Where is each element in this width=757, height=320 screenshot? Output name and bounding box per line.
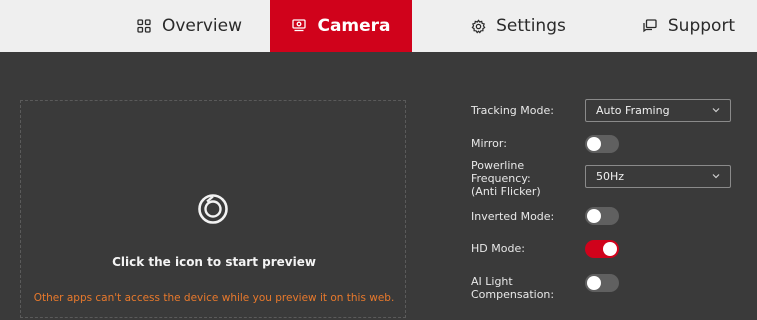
camera-preview-area: Click the icon to start preview Other ap…: [20, 100, 406, 318]
mirror-label: Mirror:: [471, 137, 507, 150]
ai-light-label: AI Light Compensation:: [471, 275, 555, 301]
inverted-mode-label: Inverted Mode:: [471, 210, 555, 223]
tab-settings[interactable]: Settings: [438, 0, 598, 52]
top-nav: Overview Camera Settings Support: [0, 0, 757, 52]
tab-settings-label: Settings: [496, 16, 566, 36]
chevron-down-icon: [711, 171, 721, 181]
hd-mode-label: HD Mode:: [471, 242, 525, 255]
chevron-down-icon: [711, 105, 721, 115]
powerline-frequency-select[interactable]: 50Hz: [585, 165, 731, 188]
preview-hint-text: Click the icon to start preview: [112, 255, 316, 269]
tracking-mode-value: Auto Framing: [596, 104, 670, 117]
powerline-label: Powerline Frequency: (Anti Flicker): [471, 159, 541, 198]
tab-support-label: Support: [667, 16, 736, 36]
chat-icon: [642, 18, 658, 34]
hd-mode-toggle[interactable]: [585, 240, 619, 258]
toggle-knob: [587, 137, 601, 151]
camera-tab-icon: [291, 18, 307, 34]
tracking-mode-select[interactable]: Auto Framing: [585, 99, 731, 122]
tab-overview[interactable]: Overview: [110, 0, 268, 52]
tab-overview-label: Overview: [161, 16, 243, 36]
ai-light-compensation-toggle[interactable]: [585, 274, 619, 292]
tab-camera[interactable]: Camera: [270, 0, 412, 52]
inverted-mode-toggle[interactable]: [585, 207, 619, 225]
grid-icon: [136, 18, 152, 34]
mirror-toggle[interactable]: [585, 135, 619, 153]
toggle-knob: [587, 209, 601, 223]
preview-warning-text: Other apps can't access the device while…: [33, 292, 395, 304]
toggle-knob: [587, 276, 601, 290]
powerline-frequency-value: 50Hz: [596, 170, 625, 183]
gear-icon: [470, 18, 486, 34]
tab-support[interactable]: Support: [620, 0, 757, 52]
start-preview-icon[interactable]: [197, 193, 229, 225]
toggle-knob: [603, 242, 617, 256]
tab-camera-label: Camera: [317, 16, 391, 36]
tracking-mode-label: Tracking Mode:: [471, 104, 554, 117]
